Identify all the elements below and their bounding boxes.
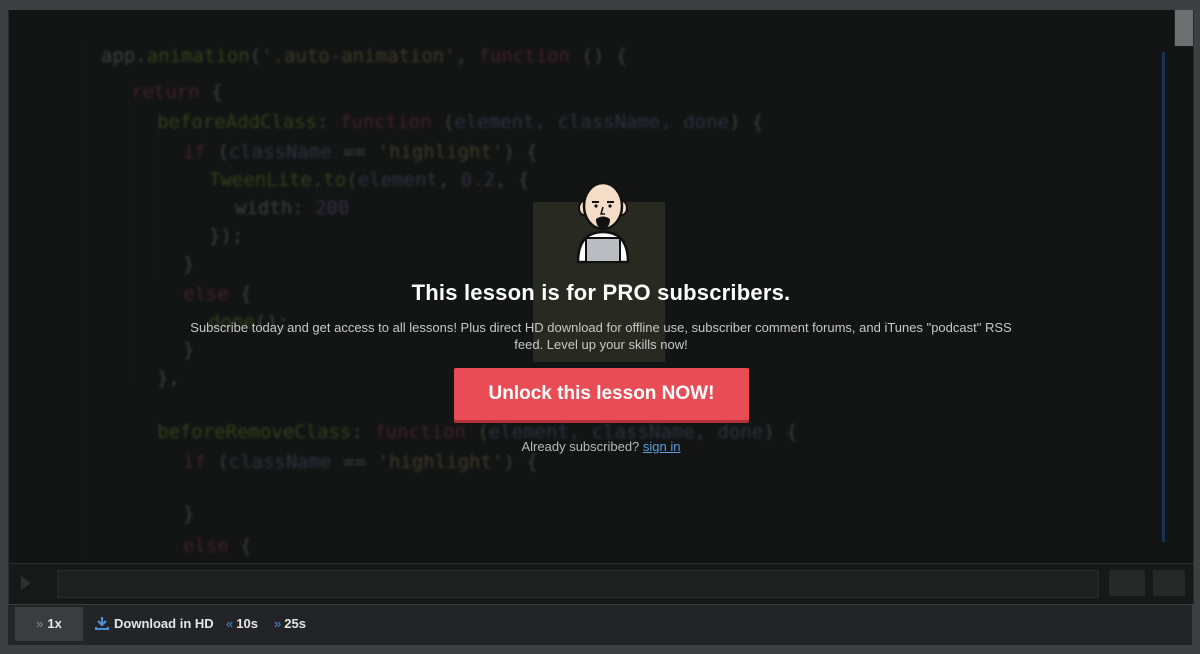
player-controls-bar: » 1x Download in HD «10s » 25s <box>8 604 1192 645</box>
forward-label: 25s <box>284 616 306 631</box>
speed-label: 1x <box>47 616 62 631</box>
fast-forward-icon: » <box>274 616 282 631</box>
already-subscribed-row: Already subscribed? sign in <box>9 439 1193 454</box>
already-subscribed-text: Already subscribed? <box>521 439 640 454</box>
sign-in-link[interactable]: sign in <box>643 439 681 454</box>
paywall-overlay: This lesson is for PRO subscribers. Subs… <box>9 10 1193 604</box>
paywall-description: Subscribe today and get access to all le… <box>190 320 1012 352</box>
rewind-icon: « <box>226 616 234 631</box>
forward-25s-button[interactable]: » 25s <box>274 605 306 643</box>
paywall-title: This lesson is for PRO subscribers. <box>411 280 791 305</box>
mascot-icon <box>576 181 630 264</box>
download-label: Download in HD <box>114 616 214 631</box>
download-icon <box>95 617 109 631</box>
double-chevron-right-icon: » <box>36 616 44 631</box>
unlock-lesson-button[interactable]: Unlock this lesson NOW! <box>454 368 749 420</box>
rewind-label: 10s <box>236 616 258 631</box>
download-hd-button[interactable]: Download in HD <box>95 605 214 643</box>
video-player: app.animation('.auto-animation', functio… <box>8 10 1194 604</box>
playback-speed-button[interactable]: » 1x <box>15 607 83 641</box>
rewind-10s-button[interactable]: «10s <box>226 605 258 643</box>
